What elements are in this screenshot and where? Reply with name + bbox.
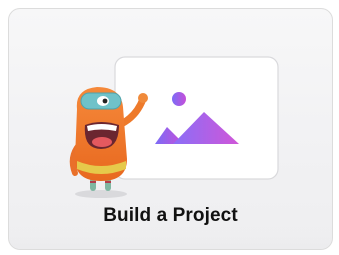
image-placeholder-icon	[114, 56, 279, 180]
card-illustration	[69, 56, 279, 198]
card-bottom-edge	[9, 233, 332, 249]
card-title: Build a Project	[103, 205, 238, 226]
build-a-project-card[interactable]: Build a Project	[8, 8, 333, 250]
